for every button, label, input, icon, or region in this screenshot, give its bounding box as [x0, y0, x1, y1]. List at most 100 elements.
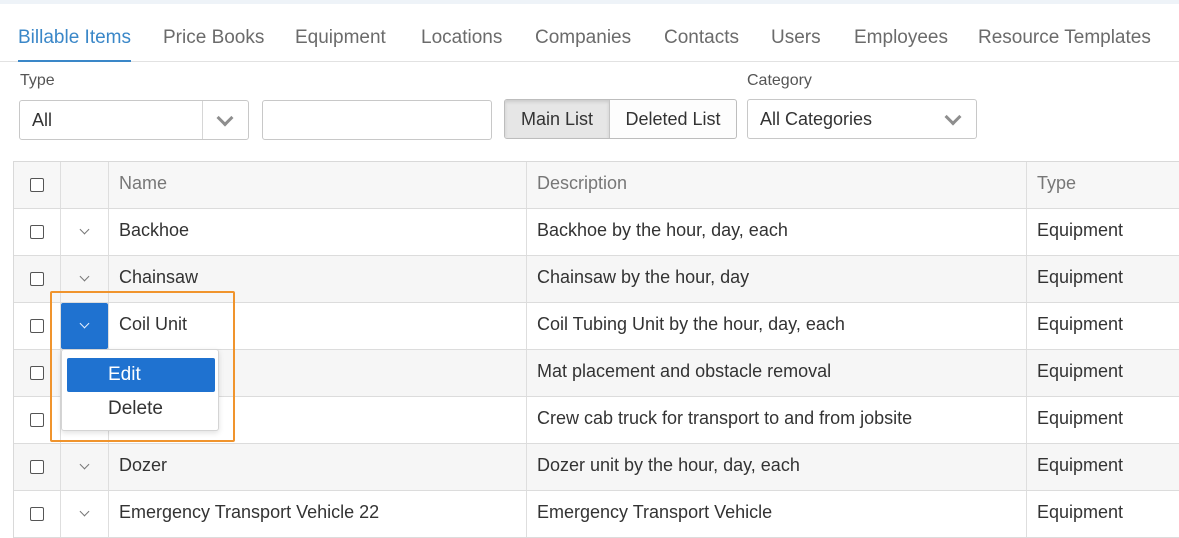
- row-checkbox[interactable]: [30, 507, 44, 521]
- row-action-cell: [61, 209, 109, 255]
- cell-type: Equipment: [1027, 303, 1179, 349]
- chevron-down-icon: [79, 506, 90, 517]
- row-checkbox[interactable]: [30, 366, 44, 380]
- chevron-down-icon: [79, 224, 90, 235]
- cell-description-text: Dozer unit by the hour, day, each: [537, 455, 800, 475]
- cell-description: Coil Tubing Unit by the hour, day, each: [527, 303, 1027, 349]
- row-checkbox[interactable]: [30, 460, 44, 474]
- chevron-down-icon: [216, 109, 234, 127]
- list-toggle: Main List Deleted List: [504, 99, 737, 139]
- cell-type: Equipment: [1027, 397, 1179, 443]
- cell-type: Equipment: [1027, 491, 1179, 537]
- row-action-cell: [61, 256, 109, 302]
- cell-name-text: Dozer: [119, 455, 168, 475]
- type-label: Type: [20, 72, 55, 89]
- row-checkbox[interactable]: [30, 413, 44, 427]
- select-all-checkbox[interactable]: [30, 178, 44, 192]
- cell-name: Backhoe: [109, 209, 527, 255]
- cell-name: Dozer: [109, 444, 527, 490]
- chevron-down-icon: [944, 108, 962, 126]
- chevron-down-icon: [79, 318, 90, 329]
- row-actions-button[interactable]: [61, 256, 108, 302]
- row-checkbox[interactable]: [30, 272, 44, 286]
- column-header-name-label: Name: [119, 173, 168, 193]
- cell-type-text: Equipment: [1037, 220, 1124, 240]
- tab-contacts[interactable]: Contacts: [664, 24, 739, 62]
- tab-locations[interactable]: Locations: [421, 24, 502, 62]
- cell-description: Dozer unit by the hour, day, each: [527, 444, 1027, 490]
- row-actions-menu: Edit Delete: [61, 349, 219, 431]
- cell-type-text: Equipment: [1037, 455, 1124, 475]
- cell-type-text: Equipment: [1037, 408, 1124, 428]
- table-row[interactable]: Coil Unit Coil Tubing Unit by the hour, …: [14, 303, 1179, 350]
- tab-users[interactable]: Users: [771, 24, 821, 62]
- table-row[interactable]: Dozer Dozer unit by the hour, day, each …: [14, 444, 1179, 491]
- tab-resource-templates[interactable]: Resource Templates: [978, 24, 1151, 62]
- cell-type-text: Equipment: [1037, 502, 1124, 522]
- table-header-row: Name Description Type: [14, 162, 1179, 209]
- cell-description-text: Emergency Transport Vehicle: [537, 502, 773, 522]
- row-action-cell: [61, 491, 109, 537]
- menu-item-delete[interactable]: Delete: [67, 392, 215, 426]
- cell-name: Coil Unit: [109, 303, 527, 349]
- cell-name: Chainsaw: [109, 256, 527, 302]
- menu-item-edit[interactable]: Edit: [67, 358, 215, 392]
- cell-type-text: Equipment: [1037, 267, 1124, 287]
- table-row[interactable]: Emergency Transport Vehicle 22 Emergency…: [14, 491, 1179, 538]
- type-select-divider: [202, 101, 203, 139]
- category-select-value: All Categories: [760, 109, 873, 129]
- cell-name: Emergency Transport Vehicle 22: [109, 491, 527, 537]
- row-checkbox-cell: [14, 303, 61, 349]
- cell-description-text: Mat placement and obstacle removal: [537, 361, 832, 381]
- row-actions-button[interactable]: [61, 303, 108, 349]
- tab-companies[interactable]: Companies: [535, 24, 631, 62]
- tab-equipment[interactable]: Equipment: [295, 24, 386, 62]
- cell-description: Chainsaw by the hour, day: [527, 256, 1027, 302]
- row-action-cell: [61, 303, 109, 349]
- row-checkbox[interactable]: [30, 319, 44, 333]
- column-header-type-label: Type: [1037, 173, 1077, 193]
- cell-type: Equipment: [1027, 350, 1179, 396]
- row-checkbox-cell: [14, 209, 61, 255]
- tab-billable-items[interactable]: Billable Items: [18, 24, 131, 62]
- header-checkbox-cell: [14, 162, 61, 208]
- cell-description-text: Coil Tubing Unit by the hour, day, each: [537, 314, 845, 334]
- tab-price-books[interactable]: Price Books: [163, 24, 264, 62]
- cell-description-text: Chainsaw by the hour, day: [537, 267, 750, 287]
- main-list-button[interactable]: Main List: [505, 100, 609, 138]
- row-checkbox-cell: [14, 444, 61, 490]
- row-checkbox[interactable]: [30, 225, 44, 239]
- cell-name-text: Chainsaw: [119, 267, 199, 287]
- cell-type: Equipment: [1027, 444, 1179, 490]
- tab-bar: Billable Items Price Books Equipment Loc…: [0, 4, 1179, 62]
- cell-type: Equipment: [1027, 209, 1179, 255]
- column-header-description[interactable]: Description: [527, 162, 1027, 208]
- type-select-value: All: [32, 110, 53, 130]
- column-header-name[interactable]: Name: [109, 162, 527, 208]
- category-select[interactable]: All Categories: [747, 99, 977, 139]
- tab-employees[interactable]: Employees: [854, 24, 948, 62]
- row-checkbox-cell: [14, 491, 61, 537]
- cell-description-text: Backhoe by the hour, day, each: [537, 220, 788, 240]
- cell-description: Crew cab truck for transport to and from…: [527, 397, 1027, 443]
- chevron-down-icon: [79, 271, 90, 282]
- row-actions-button[interactable]: [61, 491, 108, 537]
- row-checkbox-cell: [14, 397, 61, 443]
- table-row[interactable]: Backhoe Backhoe by the hour, day, each E…: [14, 209, 1179, 256]
- search-input[interactable]: [262, 100, 492, 140]
- table-row[interactable]: Chainsaw Chainsaw by the hour, day Equip…: [14, 256, 1179, 303]
- cell-name-text: Backhoe: [119, 220, 190, 240]
- row-action-cell: [61, 444, 109, 490]
- header-action-cell: [61, 162, 109, 208]
- category-label: Category: [747, 72, 812, 89]
- row-checkbox-cell: [14, 256, 61, 302]
- cell-type: Equipment: [1027, 256, 1179, 302]
- column-header-type[interactable]: Type: [1027, 162, 1179, 208]
- row-actions-button[interactable]: [61, 444, 108, 490]
- deleted-list-button[interactable]: Deleted List: [610, 100, 736, 138]
- type-select[interactable]: All: [19, 100, 249, 140]
- cell-type-text: Equipment: [1037, 361, 1124, 381]
- row-actions-button[interactable]: [61, 209, 108, 255]
- cell-description: Backhoe by the hour, day, each: [527, 209, 1027, 255]
- column-header-description-label: Description: [537, 173, 628, 193]
